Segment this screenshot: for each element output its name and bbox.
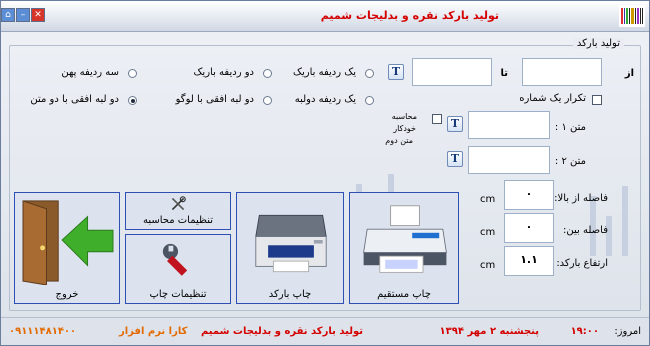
current-time: ۱۹:۰۰ <box>570 326 599 337</box>
radio-two-row-narrow[interactable] <box>263 69 272 78</box>
top-margin-label: فاصله از بالا: <box>554 193 608 204</box>
print-settings-button[interactable]: تنظیمات چاپ <box>125 234 231 304</box>
group-title: تولید بارکد <box>572 38 624 49</box>
radio-three-row-wide[interactable] <box>128 69 137 78</box>
print-settings-label: تنظیمات چاپ <box>149 289 207 300</box>
gap-input[interactable]: ۰ <box>504 213 554 243</box>
text2-label: متن ۲ : <box>554 156 586 167</box>
status-bar: امروز: ۱۹:۰۰ پنجشنبه ۲ مهر ۱۳۹۴ تولید با… <box>1 317 649 345</box>
today-label: امروز: <box>614 326 641 337</box>
to-input[interactable] <box>412 58 492 86</box>
calc-settings-button[interactable]: تنظیمات محاسبه <box>125 192 231 230</box>
radio-label-double-horizontal-two-text: دو لبه افقی با دو متن <box>30 94 119 105</box>
repeat-number-label: تکرار یک شماره <box>519 93 586 104</box>
text-format-icon[interactable]: T <box>447 151 463 167</box>
repeat-number-checkbox[interactable] <box>592 95 602 105</box>
radio-one-row-double[interactable] <box>365 96 374 105</box>
text2-input[interactable] <box>468 146 550 174</box>
top-margin-input[interactable]: ۰ <box>504 180 554 210</box>
barcode-logo-icon <box>619 5 645 27</box>
barcode-height-unit: cm <box>480 260 496 271</box>
to-label: تا <box>500 68 508 79</box>
auto-calc-label-1: محاسبه <box>391 112 417 121</box>
barcode-height-input[interactable]: ۱.۱ <box>504 246 554 276</box>
radio-label-two-row-narrow: دو ردیفه باریک <box>193 67 254 78</box>
vendor-phone: ۰۹۱۱۱۴۸۱۴۰۰ <box>9 326 77 337</box>
current-date: پنجشنبه ۲ مهر ۱۳۹۴ <box>439 326 539 337</box>
tools-icon <box>171 196 186 211</box>
gap-label: فاصله بین: <box>563 225 608 236</box>
radio-one-row-narrow[interactable] <box>365 69 374 78</box>
from-label: از <box>624 68 634 79</box>
auto-calc-label-3: متن دوم <box>385 136 413 145</box>
text1-input[interactable] <box>468 111 550 139</box>
app-window: ✕ – ⌂ تولید بارکد نقره و بدلیجات شمیم تو… <box>0 0 650 346</box>
background-decoration <box>622 186 628 256</box>
restore-icon: ⌂ <box>5 10 11 20</box>
text-format-icon[interactable]: T <box>388 64 404 80</box>
top-margin-unit: cm <box>480 194 496 205</box>
exit-label: خروج <box>55 289 79 300</box>
exit-button[interactable]: خروج <box>14 192 120 304</box>
auto-calc-label-2: خودکار <box>393 124 416 133</box>
calc-settings-label: تنظیمات محاسبه <box>142 215 214 226</box>
from-input[interactable] <box>522 58 602 86</box>
radio-label-double-horizontal-logo: دو لبه افقی با لوگو <box>175 94 254 105</box>
printer-icon <box>363 205 447 273</box>
minimize-button[interactable]: – <box>16 8 30 22</box>
wrench-icon <box>162 243 188 276</box>
print-barcode-label: چاپ بارکد <box>268 289 312 300</box>
close-button[interactable]: ✕ <box>31 8 45 22</box>
restore-button[interactable]: ⌂ <box>1 8 15 22</box>
background-decoration <box>606 216 612 256</box>
text-format-icon[interactable]: T <box>447 116 463 132</box>
gap-unit: cm <box>480 227 496 238</box>
auto-calc-checkbox[interactable] <box>432 114 442 124</box>
status-app-name: تولید بارکد نقره و بدلیجات شمیم <box>200 326 363 337</box>
barcode-printer-icon <box>255 214 327 273</box>
radio-double-horizontal-logo[interactable] <box>263 96 272 105</box>
barcode-group: تولید بارکد از تا T یک ردیفه باریک دو رد… <box>9 38 641 311</box>
radio-label-one-row-double: یک ردیفه دولبه <box>294 94 356 105</box>
barcode-height-label: ارتفاع بارکد: <box>556 258 608 269</box>
radio-double-horizontal-two-text[interactable] <box>128 96 137 105</box>
close-icon: ✕ <box>34 10 42 20</box>
radio-label-one-row-narrow: یک ردیفه باریک <box>293 67 356 78</box>
text1-label: متن ۱ : <box>554 122 586 133</box>
radio-label-three-row-wide: سه ردیفه پهن <box>61 67 119 78</box>
print-direct-label: چاپ مستقیم <box>377 289 431 300</box>
print-barcode-button[interactable]: چاپ بارکد <box>236 192 344 304</box>
print-direct-button[interactable]: چاپ مستقیم <box>349 192 459 304</box>
exit-door-icon <box>22 200 114 285</box>
vendor-name: کارا نرم افزار <box>119 326 188 337</box>
minimize-icon: – <box>20 10 26 20</box>
title-bar[interactable]: ✕ – ⌂ تولید بارکد نقره و بدلیجات شمیم <box>1 1 649 32</box>
window-title: تولید بارکد نقره و بدلیجات شمیم <box>320 9 499 22</box>
